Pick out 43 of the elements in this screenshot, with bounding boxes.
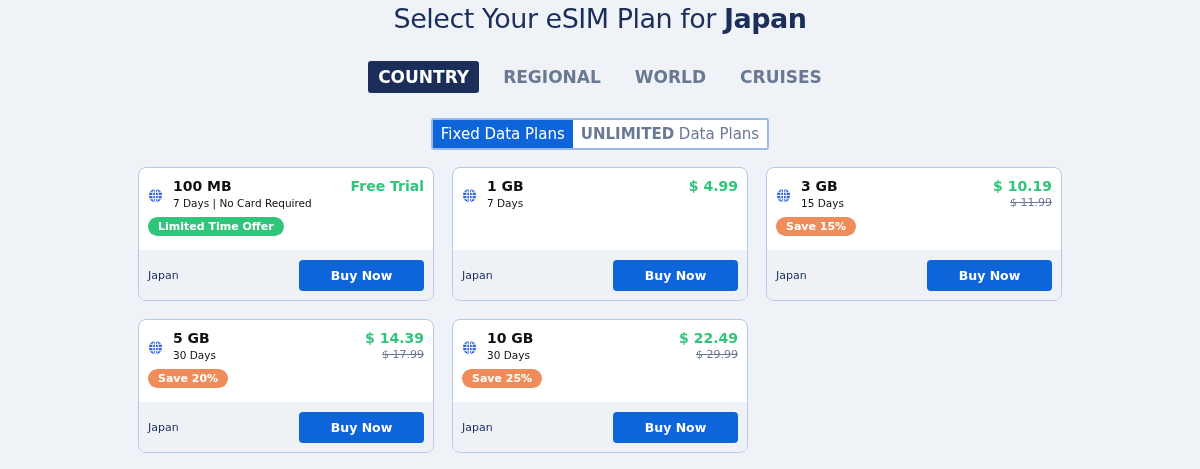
offer-badge: Limited Time Offer [148,217,284,236]
plan-price: $ 14.39 [365,330,424,346]
plan-duration: 30 Days [173,349,217,361]
original-price: $ 17.99 [381,348,424,361]
category-tab[interactable]: REGIONAL [493,61,611,93]
globe-icon [462,340,477,355]
plan-duration: 15 Days [801,197,845,209]
plan-type-option[interactable]: Fixed Data Plans [432,120,573,148]
page-title: Select Your eSIM Plan for Japan [392,2,808,36]
plan-price: $ 10.19 [993,178,1052,194]
plan-price: Free Trial [350,178,424,194]
country-name: Japan [148,268,179,282]
country-name: Japan [776,268,807,282]
plan-price: $ 4.99 [688,178,738,194]
globe-icon [776,188,791,203]
buy-now-button[interactable]: Buy Now [613,411,738,443]
category-tab[interactable]: WORLD [624,61,717,93]
category-tab[interactable]: CRUISES [730,61,832,93]
category-tab[interactable]: COUNTRY [368,61,480,93]
data-amount: 3 GB [801,178,839,194]
country-name: Japan [148,420,179,434]
original-price: $ 11.99 [1009,196,1052,209]
globe-icon [148,340,163,355]
data-amount: 100 MB [173,178,233,194]
offer-badge: Save 20% [148,369,229,388]
data-amount: 5 GB [173,330,211,346]
plan-duration: 7 Days [487,197,525,209]
buy-now-button[interactable]: Buy Now [927,259,1052,291]
data-amount: 10 GB [487,330,535,346]
buy-now-button[interactable]: Buy Now [613,259,738,291]
plan-duration: 30 Days [487,349,531,361]
original-price: $ 29.99 [695,348,738,361]
plan-price: $ 22.49 [679,330,738,346]
country-name: Japan [462,420,493,434]
globe-icon [148,188,163,203]
data-amount: 1 GB [487,178,525,194]
globe-icon [462,188,477,203]
offer-badge: Save 15% [776,217,857,236]
country-name: Japan [462,268,493,282]
buy-now-button[interactable]: Buy Now [299,411,424,443]
offer-badge: Save 25% [462,369,543,388]
buy-now-button[interactable]: Buy Now [299,259,424,291]
plan-duration: 7 Days | No Card Required [173,197,313,209]
